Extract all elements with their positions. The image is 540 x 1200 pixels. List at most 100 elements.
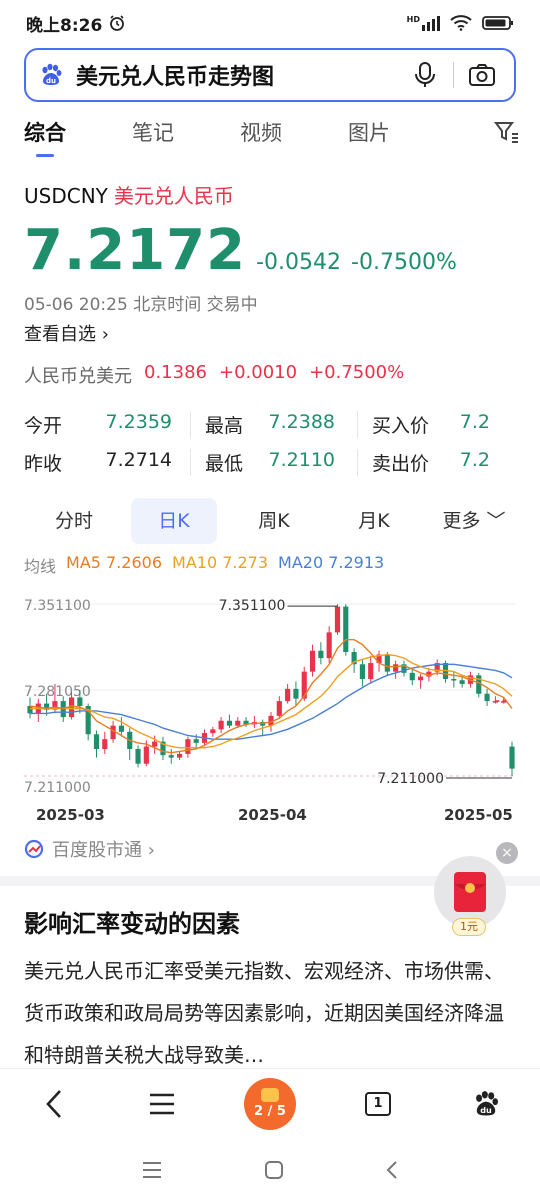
article-body[interactable]: 美元兑人民币汇率受美元指数、宏观经济、市场供需、货币政策和政局局势等因素影响，近…	[24, 950, 518, 1076]
candle-body	[135, 748, 141, 764]
tab-images[interactable]: 图片	[348, 117, 390, 147]
tabs-button[interactable]: 1	[348, 1074, 408, 1134]
candle-body	[384, 654, 390, 672]
candle-body	[226, 720, 233, 726]
candle-body	[418, 676, 424, 681]
x-tick-label: 2025-03	[36, 806, 105, 824]
stat-label: 最高	[205, 414, 244, 437]
stat-high: 7.2388	[268, 410, 335, 433]
tab-count-value: 1	[373, 1096, 383, 1111]
recents-icon[interactable]	[141, 1161, 163, 1179]
filter-icon[interactable]	[494, 120, 520, 144]
voice-search-button[interactable]	[405, 55, 445, 95]
ma-lines-group	[29, 639, 513, 754]
candle-body	[359, 664, 365, 680]
baidu-home-button[interactable]: du	[456, 1074, 516, 1134]
candle-body	[509, 746, 515, 769]
menu-button[interactable]	[132, 1074, 192, 1134]
ma20-value: MA20 7.2913	[278, 553, 385, 572]
stat-prev-close: 7.2714	[105, 448, 172, 471]
candle-body	[334, 606, 341, 633]
candle-body	[285, 688, 291, 702]
candle-body	[102, 739, 108, 749]
stats-row: 昨收 7.2714 最低 7.2110 卖出价 7.2	[24, 443, 540, 481]
x-tick-label: 2025-05	[444, 806, 513, 824]
back-button[interactable]	[24, 1074, 84, 1134]
reverse-rate-label[interactable]: 人民币兑美元	[24, 362, 132, 388]
alarm-icon	[110, 15, 125, 31]
candle-body	[318, 650, 324, 659]
stats-row: 今开 7.2359 最高 7.2388 买入价 7.2	[24, 405, 540, 443]
tab-videos[interactable]: 视频	[240, 117, 282, 147]
ticker-name[interactable]: 美元兑人民币	[114, 184, 234, 208]
period-tab-monthly[interactable]: 月K	[324, 498, 424, 544]
candle-body	[27, 706, 33, 714]
period-tab-daily[interactable]: 日K	[131, 498, 217, 544]
candle-body	[301, 671, 307, 699]
candle-body	[143, 746, 149, 764]
data-source-link[interactable]: 百度股市通 ›	[24, 836, 155, 862]
svg-text:du: du	[480, 1106, 492, 1115]
system-back-icon[interactable]	[385, 1160, 399, 1180]
period-tab-weekly[interactable]: 周K	[224, 498, 324, 544]
candle-body	[343, 606, 349, 653]
close-icon[interactable]: ×	[496, 842, 518, 864]
red-envelope-icon	[454, 872, 486, 912]
candle-body	[276, 701, 282, 716]
tab-all[interactable]: 综合	[24, 117, 66, 157]
candle-body	[193, 739, 199, 743]
candle-body	[409, 672, 415, 681]
moving-average-legend: 均线 MA5 7.2606 MA10 7.273 MA20 7.2913	[24, 553, 384, 577]
search-bar[interactable]: du 美元兑人民币走势图	[24, 48, 516, 102]
y-tick-label: 7.211000	[24, 780, 91, 796]
candle-body	[152, 741, 158, 747]
watchlist-link[interactable]: 查看自选 ›	[24, 320, 109, 346]
ticker-title: USDCNY 美元兑人民币	[24, 180, 234, 209]
current-price: 7.2172	[24, 218, 247, 283]
reverse-rate-row: 人民币兑美元 0.1386 +0.0010 +0.7500%	[24, 362, 404, 388]
status-bar: 晚上8:26 HD	[0, 0, 540, 46]
candle-body	[93, 734, 100, 749]
min-price-label: 7.211000	[377, 771, 444, 787]
coin-icon	[261, 1088, 279, 1102]
status-time: 晚上8:26	[26, 15, 103, 36]
tab-notes[interactable]: 笔记	[132, 117, 174, 147]
search-query[interactable]: 美元兑人民币走势图	[76, 59, 405, 91]
tab-count: 1	[365, 1091, 391, 1116]
home-icon[interactable]	[264, 1160, 284, 1180]
candle-body	[218, 720, 224, 730]
period-tab-more[interactable]: 更多 ﹀	[424, 498, 524, 544]
system-navigation	[0, 1140, 540, 1200]
signal-icon: HD	[407, 15, 440, 31]
stat-label: 昨收	[24, 452, 63, 475]
candle-body	[451, 679, 457, 681]
candle-body	[368, 663, 374, 680]
candle-body	[293, 688, 299, 699]
data-source-label[interactable]: 百度股市通 ›	[52, 836, 155, 862]
candle-body	[326, 632, 332, 659]
candle-body	[459, 680, 465, 684]
candle-body	[210, 729, 216, 734]
article-title[interactable]: 影响汇率变动的因素	[24, 904, 240, 939]
price-row: 7.2172 -0.0542 -0.7500%	[24, 218, 457, 283]
candle-body	[235, 720, 241, 726]
baidu-paw-icon: du	[42, 63, 62, 85]
candle-body	[177, 753, 183, 758]
stat-label: 最低	[205, 452, 244, 475]
price-change-pct: -0.7500%	[351, 250, 457, 275]
search-divider	[453, 62, 454, 88]
ticker-symbol: USDCNY	[24, 184, 108, 208]
stat-label: 卖出价	[372, 452, 430, 475]
chart-period-tabs: 分时 日K 周K 月K 更多 ﹀	[24, 497, 524, 545]
candlestick-chart[interactable]: 7.351100 7.281050 7.211000 7.3511007.211…	[0, 586, 540, 826]
x-tick-label: 2025-04	[238, 806, 307, 824]
stat-label: 今开	[24, 414, 63, 437]
stat-low: 7.2110	[268, 448, 335, 471]
period-tab-intraday[interactable]: 分时	[24, 498, 124, 544]
ma5-value: MA5 7.2606	[66, 553, 163, 572]
red-packet-progress-button[interactable]: 2 / 5	[240, 1074, 300, 1134]
camera-search-button[interactable]	[462, 55, 502, 95]
annotations-group: 7.351100 7.211000	[219, 598, 512, 787]
quote-timestamp: 05-06 20:25 北京时间 交易中	[24, 295, 258, 315]
candle-body	[309, 650, 316, 672]
